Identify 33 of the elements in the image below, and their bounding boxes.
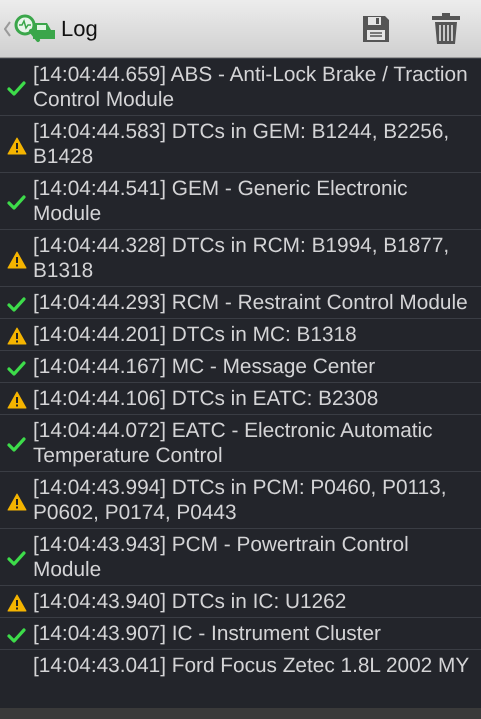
check-icon bbox=[7, 628, 26, 642]
warning-icon bbox=[6, 136, 26, 154]
check-icon bbox=[7, 360, 26, 376]
log-entry-text: [14:04:44.201] DTCs in MC: B1318 bbox=[33, 322, 357, 347]
log-entry-text: [14:04:44.072] EATC - Electronic Automatic Temperature Control bbox=[33, 418, 434, 468]
log-entry-text: [14:04:44.659] ABS - Anti-Lock Brake / Traction Control Module bbox=[33, 62, 469, 112]
back-icon bbox=[4, 20, 11, 36]
log-entry-text: [14:04:43.994] DTCs in PCM: P0460, P0113, P0602, P0174, P0443 bbox=[33, 475, 448, 525]
warning-icon bbox=[6, 594, 26, 612]
log-entry-text: [14:04:44.583] DTCs in GEM: B1244, B2256, B1428 bbox=[33, 119, 450, 169]
trash-icon bbox=[431, 12, 461, 44]
warning-icon bbox=[6, 327, 26, 345]
check-icon bbox=[7, 551, 26, 566]
app-logo-icon bbox=[13, 12, 57, 44]
log-entry-text: [14:04:43.943] PCM - Powertrain Control Module bbox=[33, 532, 410, 582]
check-icon bbox=[7, 296, 26, 312]
warning-icon bbox=[6, 492, 26, 510]
check-icon bbox=[7, 81, 26, 96]
log-entry-text: [14:04:44.541] GEM - Generic Electronic Module bbox=[33, 176, 409, 226]
check-icon bbox=[7, 437, 26, 452]
log-entry-text: [14:04:43.940] DTCs in IC: U1262 bbox=[33, 589, 346, 614]
save-icon bbox=[361, 14, 391, 44]
warning-icon bbox=[6, 391, 26, 409]
log-entry-text: [14:04:44.293] RCM - Restraint Control Module bbox=[33, 290, 468, 315]
check-icon bbox=[7, 195, 26, 210]
log-entry-text: [14:04:44.106] DTCs in EATC: B2308 bbox=[33, 386, 378, 411]
log-entry-text: [14:04:43.907] IC - Instrument Cluster bbox=[33, 621, 381, 646]
delete-button[interactable] bbox=[429, 12, 463, 46]
log-entry-text: [14:04:44.328] DTCs in RCM: B1994, B1877, B1318 bbox=[33, 233, 450, 283]
log-entry-text: [14:04:44.167] MC - Message Center bbox=[33, 354, 376, 379]
header-title: Log bbox=[61, 15, 98, 43]
log-entry-text: [14:04:43.041] Ford Focus Zetec 1.8L 2002 MY bbox=[33, 653, 470, 678]
warning-icon bbox=[6, 250, 26, 268]
